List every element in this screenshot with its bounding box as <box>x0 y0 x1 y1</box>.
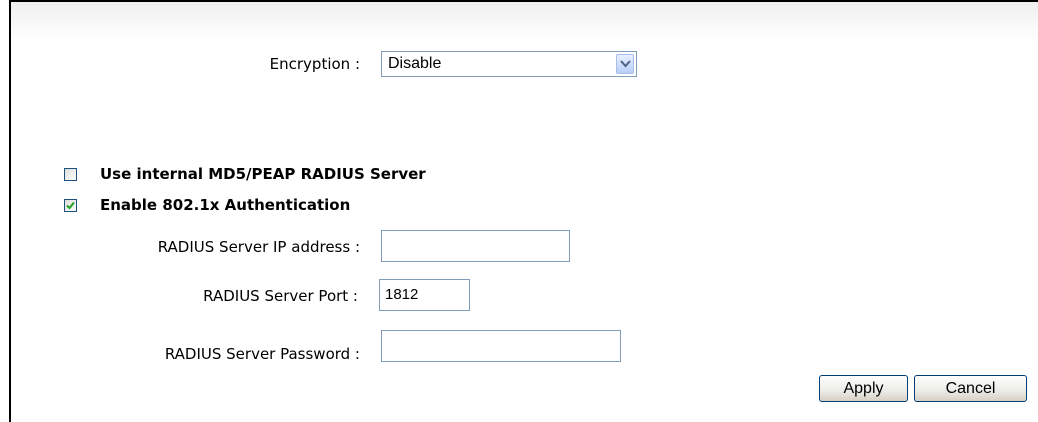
radius-port-input[interactable]: 1812 <box>379 279 470 311</box>
enable-8021x-checkbox[interactable] <box>64 199 77 212</box>
radius-ip-label: RADIUS Server IP address : <box>157 238 360 256</box>
use-internal-radius-label: Use internal MD5/PEAP RADIUS Server <box>100 165 426 183</box>
cancel-button[interactable]: Cancel <box>914 375 1027 402</box>
encryption-label: Encryption : <box>269 55 360 73</box>
apply-button[interactable]: Apply <box>819 375 908 402</box>
use-internal-radius-checkbox[interactable] <box>64 168 77 181</box>
radius-password-label: RADIUS Server Password : <box>164 345 360 363</box>
enable-8021x-label: Enable 802.1x Authentication <box>100 196 351 214</box>
radius-password-input[interactable] <box>381 330 621 362</box>
encryption-select[interactable]: Disable <box>381 51 637 77</box>
radius-ip-input[interactable] <box>381 230 570 262</box>
radius-port-value: 1812 <box>385 286 419 303</box>
chevron-down-icon[interactable] <box>616 54 634 74</box>
radius-port-label: RADIUS Server Port : <box>203 287 358 305</box>
encryption-selected-value: Disable <box>388 55 442 72</box>
check-icon <box>66 201 75 210</box>
